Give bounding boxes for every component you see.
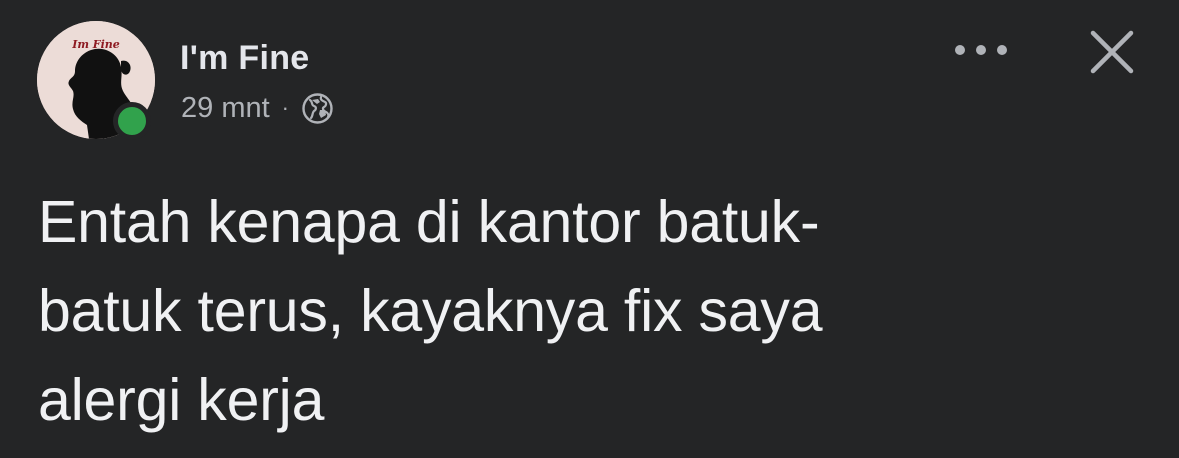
post-text: Entah kenapa di kantor batuk- batuk teru… (38, 178, 1148, 445)
post-card: Im Fine I'm Fine 29 mnt · Entah kenapa d… (0, 0, 1179, 458)
meta-separator: · (281, 95, 289, 120)
post-text-line: Entah kenapa di kantor batuk- (38, 189, 820, 255)
post-meta: 29 mnt · (181, 88, 334, 128)
post-time[interactable]: 29 mnt (181, 92, 270, 125)
more-dot (997, 45, 1007, 55)
online-status-indicator (113, 102, 151, 140)
more-options-icon[interactable] (955, 32, 1007, 68)
post-text-line: alergi kerja (38, 367, 325, 433)
post-text-line: batuk terus, kayaknya fix saya (38, 278, 823, 344)
globe-icon[interactable] (301, 92, 334, 125)
avatar-badge-text: Im Fine (71, 38, 120, 51)
author-name[interactable]: I'm Fine (180, 38, 310, 78)
close-icon[interactable] (1086, 26, 1138, 78)
more-dot (955, 45, 965, 55)
more-dot (976, 45, 986, 55)
